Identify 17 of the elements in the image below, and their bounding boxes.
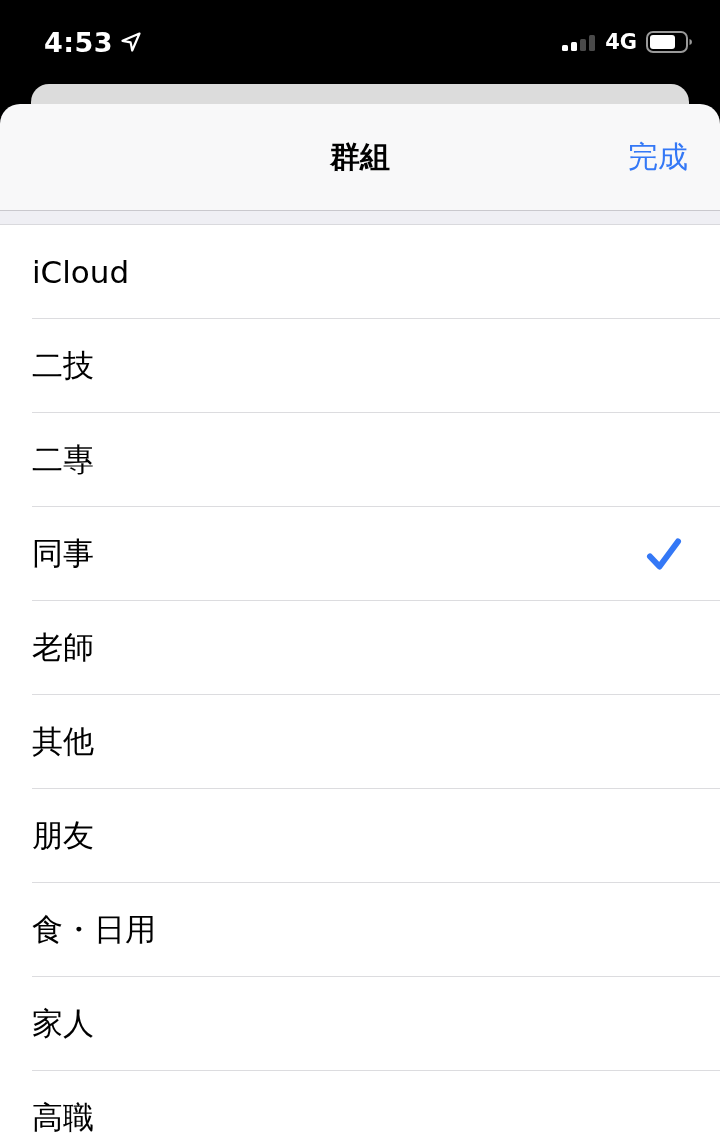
signal-bars-icon: [562, 33, 597, 51]
group-list-item[interactable]: 朋友: [32, 789, 720, 883]
group-list-item[interactable]: 二技: [32, 319, 720, 413]
group-list-item[interactable]: 食・日用: [32, 883, 720, 977]
network-type: 4G: [605, 30, 637, 54]
status-time: 4:53: [44, 26, 114, 58]
location-arrow-icon: [121, 32, 142, 52]
group-list-item[interactable]: iCloud: [32, 225, 720, 319]
group-list-item[interactable]: 其他: [32, 695, 720, 789]
done-button[interactable]: 完成: [628, 136, 688, 178]
group-list-item[interactable]: 家人: [32, 977, 720, 1071]
group-list-item[interactable]: 老師: [32, 601, 720, 695]
group-list-item[interactable]: 高職: [32, 1071, 720, 1145]
group-list-item[interactable]: 二專: [32, 413, 720, 507]
group-list-item[interactable]: 同事: [32, 507, 720, 601]
battery-icon: [646, 31, 692, 53]
sheet-title: 群組: [330, 137, 390, 176]
